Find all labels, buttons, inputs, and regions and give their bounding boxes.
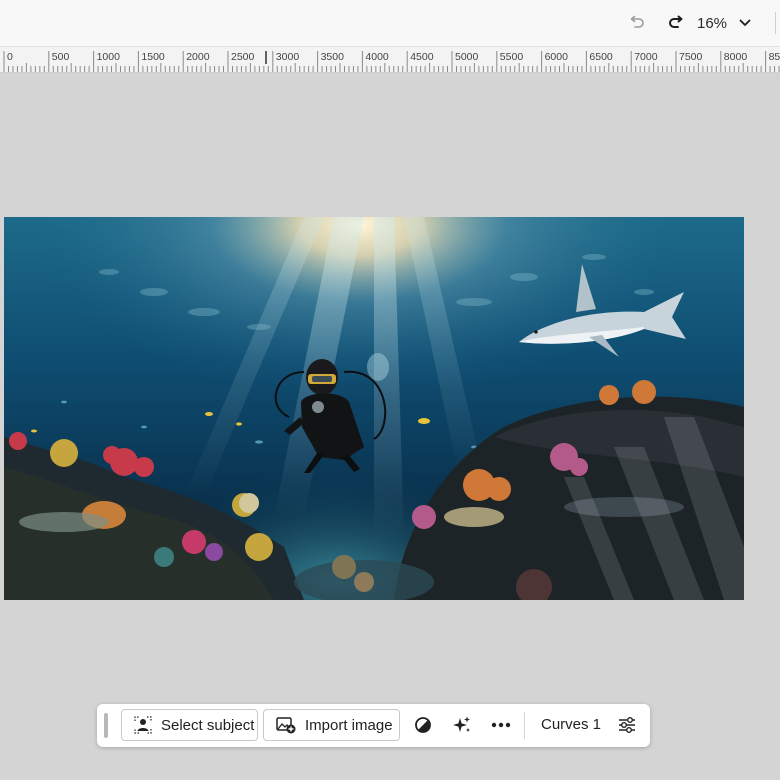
image-add-icon [276, 716, 296, 734]
canvas-image[interactable] [4, 217, 744, 600]
layer-properties-button[interactable] [616, 714, 638, 736]
more-horizontal-icon [491, 722, 511, 728]
layer-name[interactable]: Curves 1 [541, 716, 601, 733]
generative-fill-button[interactable] [451, 714, 473, 736]
underwater-scene-image [4, 217, 744, 600]
contextual-task-bar: Select subject Import image Curves 1 [97, 704, 650, 747]
ruler-label: 4000 [365, 51, 389, 63]
sparkle-icon [452, 715, 472, 735]
zoom-dropdown[interactable]: 16% [697, 11, 751, 35]
ruler-label: 3000 [275, 51, 300, 63]
ruler-label: 1000 [96, 51, 120, 63]
ruler-label: 8000 [723, 51, 748, 63]
ruler-label: 2500 [231, 51, 255, 63]
horizontal-ruler[interactable]: 0 500 1000 1500 2000 2500 3000 3500 4000 4500 5000… [0, 47, 780, 73]
topbar-divider [775, 12, 776, 34]
ruler-label: 2000 [186, 51, 210, 63]
ruler-label: 7000 [634, 51, 658, 63]
sliders-icon [617, 716, 637, 734]
adjustment-button[interactable] [412, 714, 434, 736]
undo-button[interactable] [625, 11, 649, 35]
ruler-label: 6000 [544, 51, 568, 63]
redo-icon [667, 14, 685, 32]
ruler-label: 7500 [679, 51, 703, 63]
ruler-label: 1500 [141, 51, 165, 63]
select-subject-button[interactable]: Select subject [121, 709, 258, 741]
undo-icon [628, 14, 646, 32]
ruler-label: 85 [768, 51, 780, 63]
drag-handle[interactable] [104, 713, 108, 738]
person-select-icon [134, 716, 152, 734]
ruler-label: 500 [51, 51, 70, 63]
ruler-label: 4500 [410, 51, 434, 63]
contrast-icon [414, 716, 432, 734]
ruler-label: 0 [7, 51, 13, 63]
zoom-level: 16% [697, 14, 728, 32]
redo-button[interactable] [664, 11, 688, 35]
chevron-down-icon [739, 19, 751, 27]
ruler-label: 6500 [589, 51, 613, 63]
more-options-button[interactable] [490, 714, 512, 736]
import-image-button[interactable]: Import image [263, 709, 400, 741]
top-bar: 16% [0, 0, 780, 47]
import-image-label: Import image [305, 716, 393, 734]
toolbar-divider [524, 712, 525, 739]
select-subject-label: Select subject [161, 716, 255, 734]
ruler-label: 5500 [499, 51, 524, 63]
ruler-label: 3500 [320, 51, 344, 63]
app-window: 16% 0 500 1000 1500 2000 2500 3000 3500 4000 4500… [0, 0, 780, 780]
ruler-label: 5000 [455, 51, 479, 63]
